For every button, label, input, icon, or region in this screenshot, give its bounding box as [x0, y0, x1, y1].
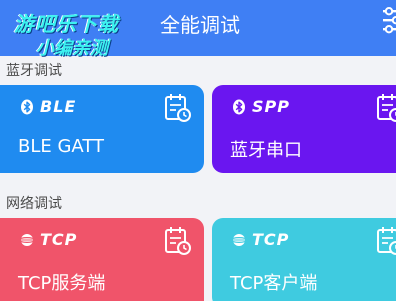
card-title: BLE GATT — [18, 136, 105, 157]
watermark-text: 游吧乐下载 — [14, 12, 119, 36]
bluetooth-icon — [233, 99, 245, 114]
log-document-icon[interactable] — [376, 226, 396, 256]
protocol-badge: TCP — [20, 230, 77, 249]
card-title: TCP客户端 — [230, 273, 318, 294]
section-label-network: 网络调试 — [6, 196, 62, 212]
network-icon — [20, 233, 34, 246]
protocol-label: TCP — [40, 230, 78, 249]
protocol-badge: SPP — [232, 97, 290, 116]
card-title: 蓝牙串口 — [230, 140, 302, 161]
watermark-subtext: 小编亲测 — [36, 38, 108, 59]
log-document-icon[interactable] — [164, 226, 192, 256]
bluetooth-icon — [21, 99, 33, 114]
log-document-icon[interactable] — [164, 93, 192, 123]
protocol-label: SPP — [252, 97, 290, 116]
card-bluetooth-serial[interactable]: SPP 蓝牙串口 — [212, 85, 396, 173]
card-ble-gatt[interactable]: BLE BLE GATT — [0, 85, 204, 173]
card-tcp-client[interactable]: TCP TCP客户端 — [212, 218, 396, 301]
network-icon — [232, 233, 246, 246]
top-bar: 游吧乐下载 小编亲测 全能调试 — [0, 0, 396, 59]
section-label-bluetooth: 蓝牙调试 — [6, 63, 62, 79]
filter-menu-icon[interactable] — [381, 6, 396, 34]
page-title: 全能调试 — [160, 13, 240, 37]
app-root: 游吧乐下载 小编亲测 全能调试 蓝牙调试 BLE BLE GATT SPP 蓝牙… — [0, 0, 396, 301]
protocol-badge: TCP — [232, 230, 289, 249]
protocol-label: TCP — [252, 230, 290, 249]
protocol-badge: BLE — [20, 97, 76, 116]
card-tcp-server[interactable]: TCP TCP服务端 — [0, 218, 204, 301]
card-title: TCP服务端 — [18, 273, 106, 294]
protocol-label: BLE — [40, 97, 77, 116]
log-document-icon[interactable] — [376, 93, 396, 123]
